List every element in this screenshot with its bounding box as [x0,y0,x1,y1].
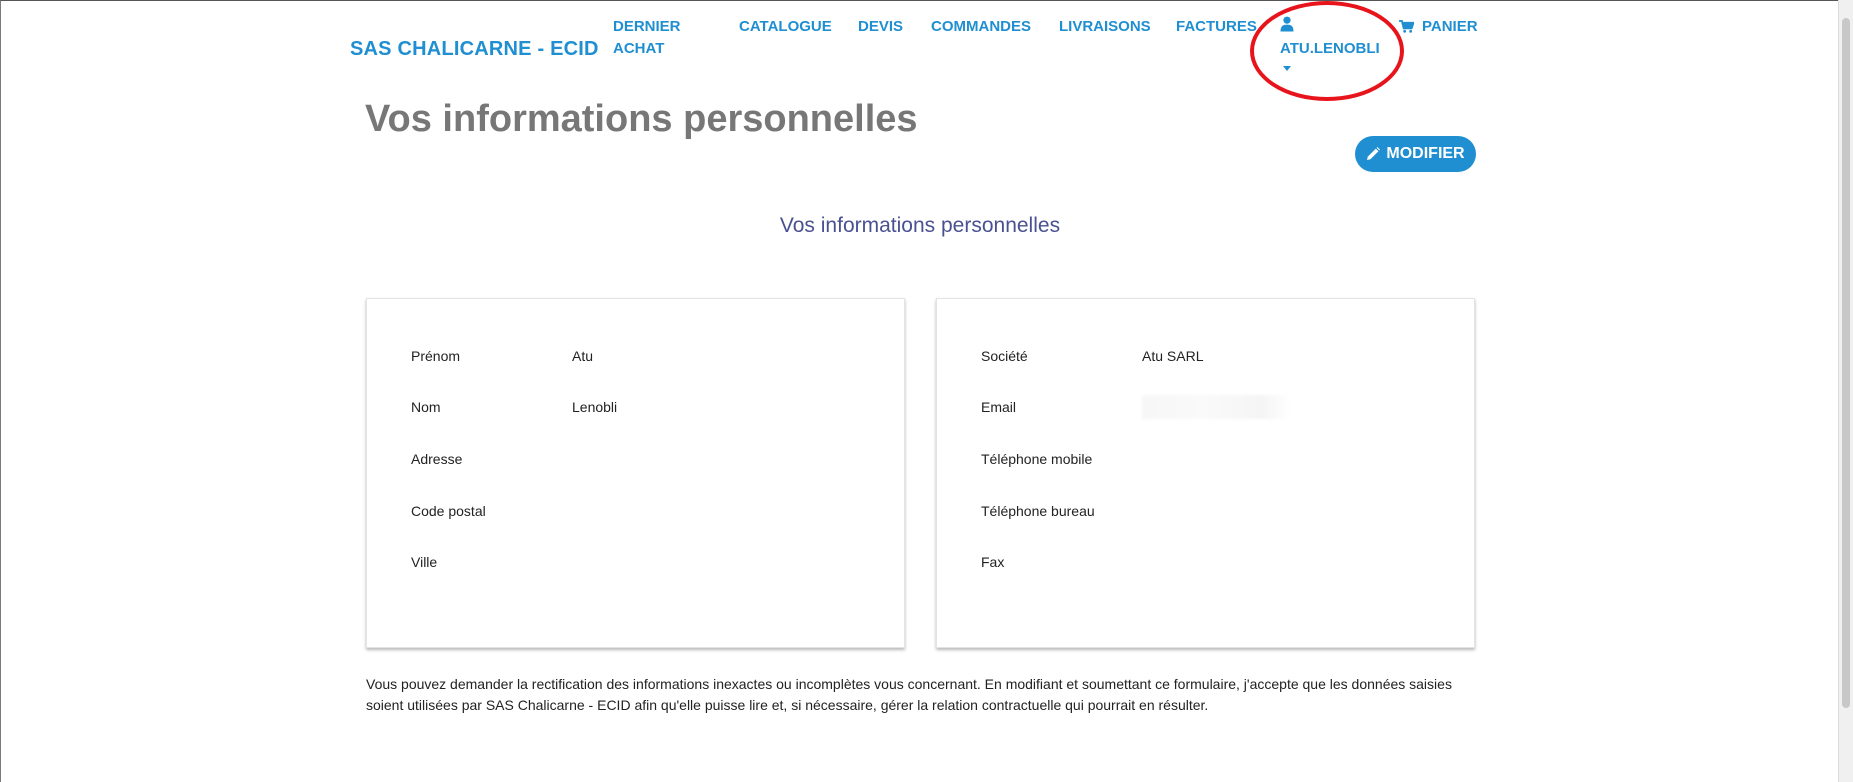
vertical-scrollbar[interactable] [1838,0,1853,782]
nav-devis[interactable]: DEVIS [858,16,903,38]
brand-logo[interactable]: SAS CHALICARNE - ECID [350,38,599,61]
user-icon [1280,16,1294,32]
field-value: Atu SARL [1142,348,1204,364]
company-info-card: Société Atu SARL Email Téléphone mobile … [936,298,1475,648]
field-label: Téléphone mobile [981,451,1093,467]
field-value: Atu [572,348,594,364]
redacted-email [1142,395,1292,419]
field-label: Email [981,399,1017,415]
field-label: Code postal [411,503,486,519]
field-label: Ville [411,554,438,570]
caret-down-icon [1283,66,1291,71]
modify-button[interactable]: MODIFIER [1355,136,1476,172]
pencil-icon [1367,147,1381,160]
nav-panier[interactable]: PANIER [1399,16,1478,38]
field-label: Société [981,348,1028,364]
nav-catalogue[interactable]: CATALOGUE [739,16,832,38]
user-menu-label: ATU.LENOBLI [1280,40,1380,57]
cart-icon [1399,20,1414,33]
gdpr-notice: Vous pouvez demander la rectification de… [366,676,1452,713]
field-label: Nom [411,399,441,415]
field-label: Adresse [411,451,463,467]
nav-livraisons[interactable]: LIVRAISONS [1059,16,1151,38]
nav-panier-label: PANIER [1422,18,1478,35]
scrollbar-thumb[interactable] [1842,18,1850,708]
field-label: Fax [981,554,1005,570]
user-menu[interactable]: ATU.LENOBLI [1280,16,1380,71]
field-label: Prénom [411,348,461,364]
nav-dernier-achat[interactable]: DERNIER ACHAT [613,16,703,60]
field-value: Lenobli [572,399,618,415]
section-subtitle: Vos informations personnelles [779,214,1061,237]
personal-info-card: Prénom Atu Nom Lenobli Adresse Code post… [366,298,905,648]
field-label: Téléphone bureau [981,503,1095,519]
modify-button-label: MODIFIER [1386,145,1465,162]
nav-factures[interactable]: FACTURES [1176,16,1257,38]
page-title: Vos informations personnelles [365,98,918,140]
nav-commandes[interactable]: COMMANDES [931,16,1031,38]
field-value-redacted [1142,395,1292,422]
browser-frame [0,0,1853,782]
